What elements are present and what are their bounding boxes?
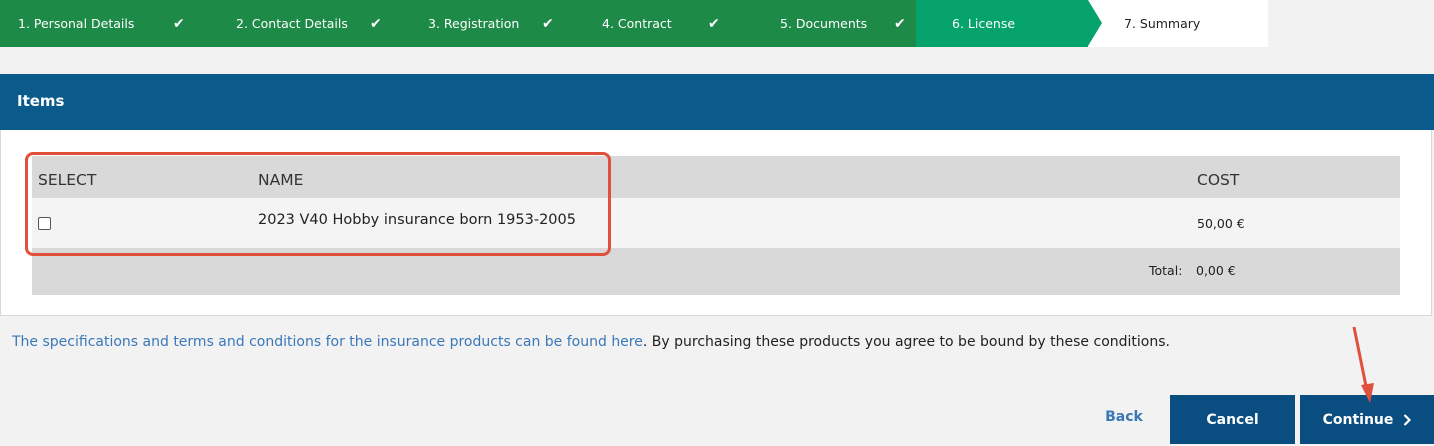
step-label: 2. Contact Details — [236, 16, 348, 31]
back-button[interactable]: Back — [1089, 395, 1159, 439]
step-summary[interactable]: 7. Summary — [1088, 0, 1268, 47]
terms-link[interactable]: The specifications and terms and conditi… — [12, 334, 643, 350]
panel-title: Items — [17, 92, 65, 110]
step-registration[interactable]: 3. Registration ✔ — [402, 0, 578, 47]
step-documents[interactable]: 5. Documents ✔ — [752, 0, 916, 47]
step-label: 3. Registration — [428, 16, 520, 31]
progress-stepper: 1. Personal Details ✔ 2. Contact Details… — [0, 0, 1268, 47]
cancel-button[interactable]: Cancel — [1170, 395, 1295, 444]
back-label: Back — [1105, 409, 1143, 425]
items-panel-header: Items — [0, 74, 1434, 130]
step-label: 7. Summary — [1124, 16, 1201, 31]
check-icon: ✔ — [894, 15, 906, 32]
step-contact-details[interactable]: 2. Contact Details ✔ — [210, 0, 402, 47]
step-label: 5. Documents — [780, 16, 868, 31]
terms-agreement: . By purchasing these products you agree… — [642, 334, 1170, 350]
check-icon: ✔ — [708, 15, 720, 32]
step-label: 1. Personal Details — [18, 16, 135, 31]
check-icon: ✔ — [173, 15, 185, 32]
annotation-arrow-icon — [1352, 326, 1374, 403]
terms-text: The specifications and terms and conditi… — [12, 334, 1170, 350]
total-label: Total: — [1149, 263, 1183, 278]
step-personal-details[interactable]: 1. Personal Details ✔ — [0, 0, 210, 47]
cancel-label: Cancel — [1206, 411, 1259, 428]
check-icon: ✔ — [370, 15, 382, 32]
step-label: 6. License — [952, 16, 1016, 31]
step-license[interactable]: 6. License — [916, 0, 1102, 47]
check-icon: ✔ — [542, 15, 554, 32]
annotation-highlight-box — [25, 152, 611, 256]
chevron-right-icon — [1404, 413, 1412, 426]
step-label: 4. Contract — [602, 16, 672, 31]
total-value: 0,00 € — [1196, 263, 1236, 278]
step-contract[interactable]: 4. Contract ✔ — [578, 0, 752, 47]
step-chevron — [1088, 0, 1102, 46]
column-header-cost: COST — [1197, 171, 1240, 189]
continue-label: Continue — [1322, 411, 1394, 428]
item-cost: 50,00 € — [1197, 216, 1245, 231]
